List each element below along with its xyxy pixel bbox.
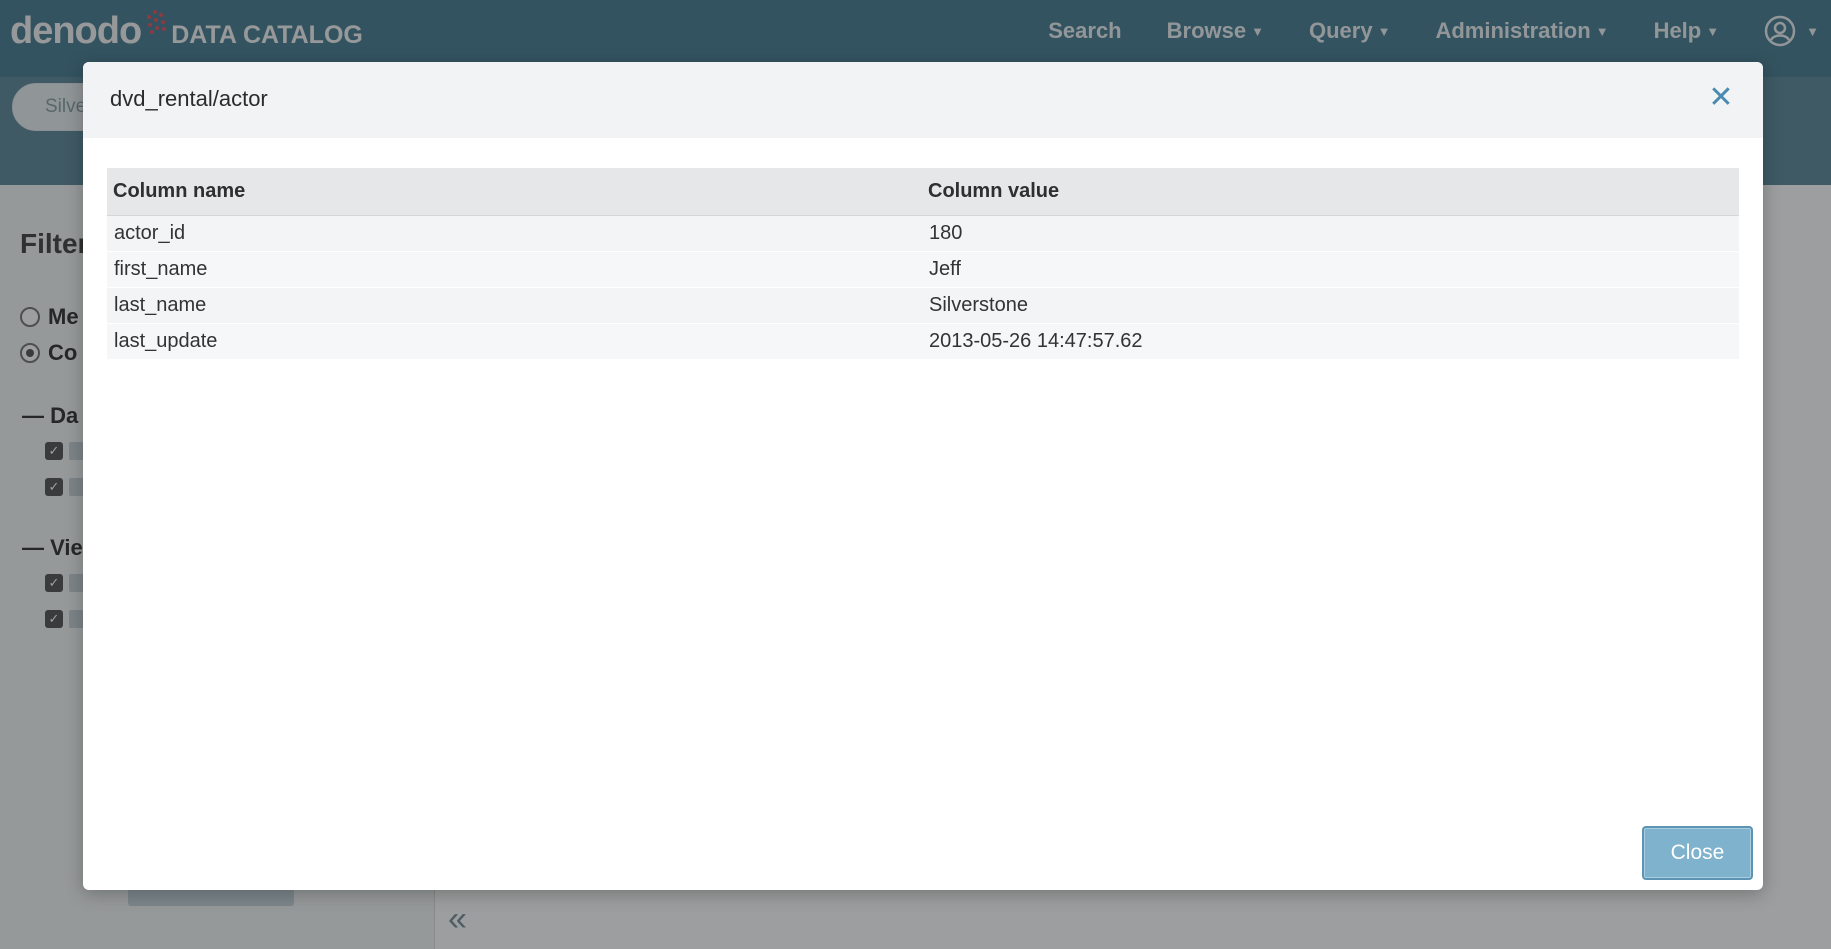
row-detail-table: Column name Column value actor_id 180 fi… <box>107 168 1739 360</box>
cell-column-value: 180 <box>922 215 1739 252</box>
table-row: last_update 2013-05-26 14:47:57.62 <box>107 323 1739 360</box>
column-name-header: Column name <box>107 168 922 216</box>
table-row: first_name Jeff <box>107 251 1739 288</box>
column-value-header: Column value <box>922 168 1739 216</box>
close-icon[interactable]: ✕ <box>1707 83 1735 113</box>
cell-column-name: first_name <box>107 251 922 288</box>
table-row: last_name Silverstone <box>107 287 1739 324</box>
cell-column-value: 2013-05-26 14:47:57.62 <box>922 323 1739 360</box>
cell-column-value: Jeff <box>922 251 1739 288</box>
dialog-title: dvd_rental/actor <box>110 86 268 111</box>
table-row: actor_id 180 <box>107 215 1739 252</box>
cell-column-name: last_name <box>107 287 922 324</box>
cell-column-name: last_update <box>107 323 922 360</box>
row-detail-dialog: dvd_rental/actor ✕ Column name Column va… <box>83 62 1763 890</box>
close-button[interactable]: Close <box>1642 826 1753 880</box>
dialog-header: dvd_rental/actor ✕ <box>83 62 1763 138</box>
cell-column-name: actor_id <box>107 215 922 252</box>
table-header-row: Column name Column value <box>107 168 1739 216</box>
cell-column-value: Silverstone <box>922 287 1739 324</box>
